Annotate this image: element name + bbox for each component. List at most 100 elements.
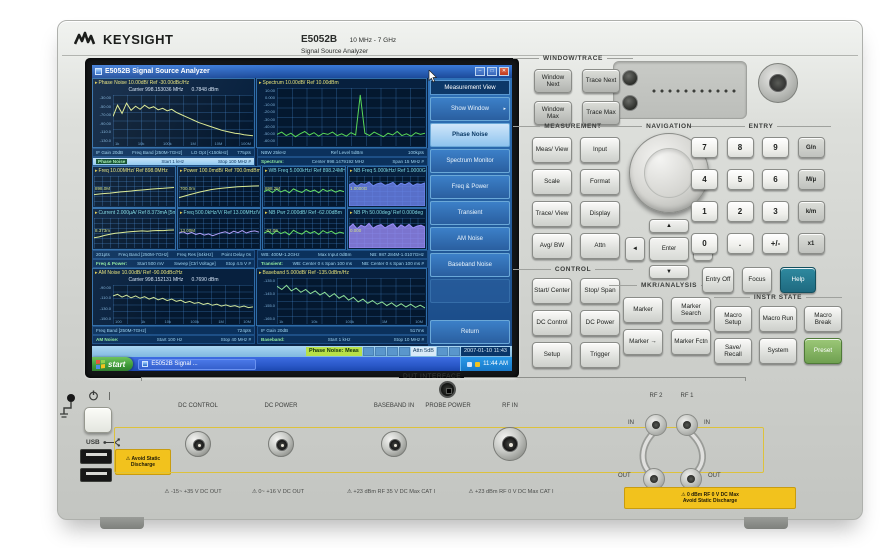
menu-item-show-window[interactable]: Show Window▸	[430, 97, 510, 121]
button-g-n[interactable]: G/n	[798, 137, 825, 158]
button-trace-view[interactable]: Trace/ View	[532, 201, 572, 227]
softkey-menu: Measurement View Show Window▸Phase Noise…	[428, 78, 512, 346]
trace-svg	[349, 218, 425, 248]
dc-power-label: DC POWER	[265, 403, 298, 409]
rf-in-connector[interactable]	[493, 427, 527, 461]
nav-left-button[interactable]: ◄	[625, 237, 645, 261]
button-2[interactable]: 2	[727, 201, 754, 222]
button-7[interactable]: 7	[691, 137, 718, 158]
close-button[interactable]: ✕	[499, 67, 509, 76]
trace-svg	[179, 218, 259, 248]
tray-icon[interactable]	[475, 362, 480, 367]
menu-item-freq-power[interactable]: Freq & Power	[430, 175, 510, 199]
button-marker-fctn[interactable]: Marker Fctn	[671, 329, 711, 355]
button-display[interactable]: Display	[580, 201, 620, 227]
chart-title: ▸Phase Noise 10.00dB/ Ref -30.00dBc/Hz	[93, 79, 254, 87]
button-setup[interactable]: Setup	[532, 342, 572, 368]
button-input[interactable]: Input	[580, 137, 620, 163]
baseband-in-connector[interactable]	[381, 431, 407, 457]
usb-port-1[interactable]	[80, 449, 112, 464]
button-preset[interactable]: Preset	[804, 338, 842, 364]
button-trigger[interactable]: Trigger	[580, 342, 620, 368]
status-datetime: 2007-01-10 11:43	[461, 347, 510, 356]
enter-button[interactable]: Enter	[649, 237, 689, 261]
button-marker[interactable]: Marker →	[623, 329, 663, 355]
taskbar-task[interactable]: E5052B Signal ...	[138, 359, 256, 370]
dc-control-connector[interactable]	[185, 431, 211, 457]
button-trace-max[interactable]: Trace Max	[582, 101, 620, 125]
button-5[interactable]: 5	[727, 169, 754, 190]
button-window-max[interactable]: Window Max	[534, 101, 572, 125]
button-blank[interactable]: +/-	[762, 233, 789, 254]
rf2-in-connector[interactable]	[645, 414, 667, 436]
button-dc-control[interactable]: DC Control	[532, 310, 572, 336]
chart-panel-baseband: ▸Baseband 5.000dB/ Ref -135.0dBm/Hz-135.…	[256, 268, 427, 326]
plot-grid: 8.373m	[94, 218, 174, 248]
button-save-recall[interactable]: Save/ Recall	[714, 338, 752, 364]
button-attn[interactable]: Attn	[580, 233, 620, 259]
button-x1[interactable]: x1	[798, 233, 825, 254]
menu-item-return[interactable]: Return	[430, 320, 510, 344]
status-measurement: Phase Noise: Meas	[306, 347, 362, 356]
button-trace-next[interactable]: Trace Next	[582, 69, 620, 93]
button-format[interactable]: Format	[580, 169, 620, 195]
info-bar-e-right: IF Gain 20dB517ms	[257, 326, 428, 335]
button-blank[interactable]: .	[727, 233, 754, 254]
status-segment	[375, 347, 386, 356]
model-subtitle: Signal Source Analyzer	[301, 48, 396, 55]
ref-axis-label: 700.0m	[180, 186, 195, 191]
button-m[interactable]: M/µ	[798, 169, 825, 190]
start-button[interactable]: start	[92, 357, 133, 371]
menu-item-phase-noise[interactable]: Phase Noise	[430, 123, 510, 147]
button-avg-bw[interactable]: Avg/ BW	[532, 233, 572, 259]
button-6[interactable]: 6	[762, 169, 789, 190]
rf1-in-connector[interactable]	[676, 414, 698, 436]
y-axis-ticks: -90.00-110.0-130.0-150.0	[93, 284, 112, 325]
button-start-center[interactable]: Start/ Center	[532, 278, 572, 304]
button-entry-off[interactable]: Entry Off	[702, 267, 734, 293]
button-4[interactable]: 4	[691, 169, 718, 190]
up-arrow-icon: ▲	[666, 223, 672, 229]
button-k-m[interactable]: k/m	[798, 201, 825, 222]
button-1[interactable]: 1	[691, 201, 718, 222]
button-macro-run[interactable]: Macro Run	[759, 306, 797, 332]
dc-control-label: DC CONTROL	[178, 403, 218, 409]
button-dc-power[interactable]: DC Power	[580, 310, 620, 336]
menu-item-transient[interactable]: Transient	[430, 201, 510, 225]
button-window-next[interactable]: Window Next	[534, 69, 572, 93]
button-help[interactable]: Help	[780, 267, 816, 293]
screen-main: ▸Phase Noise 10.00dB/ Ref -30.00dBc/HzCa…	[92, 78, 512, 346]
minimize-button[interactable]: –	[475, 67, 485, 76]
probe-power-connector[interactable]	[439, 381, 456, 398]
ref-axis-label: 13.00M	[180, 228, 195, 233]
button-macro-break[interactable]: Macro Break	[804, 306, 842, 332]
button-meas-view[interactable]: Meas/ View	[532, 137, 572, 163]
power-button[interactable]	[84, 407, 112, 433]
menu-item-am-noise[interactable]: AM Noise	[430, 227, 510, 251]
plot-grid: 1001k10k100k1M10M	[113, 285, 253, 324]
button-marker[interactable]: Marker	[623, 297, 663, 323]
button-system[interactable]: System	[759, 338, 797, 364]
menu-item-baseband-noise[interactable]: Baseband Noise	[430, 253, 510, 277]
chart-panel-wb-freq: ▸WB Freq 5.000kHz/ Ref 898.24MHz898.2M	[262, 166, 346, 208]
button-9[interactable]: 9	[762, 137, 789, 158]
softkey-menu-header: Measurement View	[430, 80, 510, 95]
menu-item-spectrum-monitor[interactable]: Spectrum Monitor	[430, 149, 510, 173]
button-marker-search[interactable]: Marker Search	[671, 297, 711, 323]
tray-icon[interactable]	[467, 362, 472, 367]
start-label: start	[108, 360, 125, 369]
maximize-button[interactable]: □	[487, 67, 497, 76]
usb-port-2[interactable]	[80, 468, 112, 482]
button-macro-setup[interactable]: Macro Setup	[714, 306, 752, 332]
dc-power-connector[interactable]	[268, 431, 294, 457]
nav-up-button[interactable]: ▲	[649, 219, 689, 233]
power-symbols: ❘	[88, 390, 113, 401]
button-0[interactable]: 0	[691, 233, 718, 254]
button-focus[interactable]: Focus	[742, 267, 772, 293]
module-connector	[622, 70, 638, 86]
button-8[interactable]: 8	[727, 137, 754, 158]
button-3[interactable]: 3	[762, 201, 789, 222]
nav-down-button[interactable]: ▼	[649, 265, 689, 279]
button-scale[interactable]: Scale	[532, 169, 572, 195]
warning-baseband: ⚠ +23 dBm RF 35 V DC Max CAT I	[347, 489, 435, 495]
